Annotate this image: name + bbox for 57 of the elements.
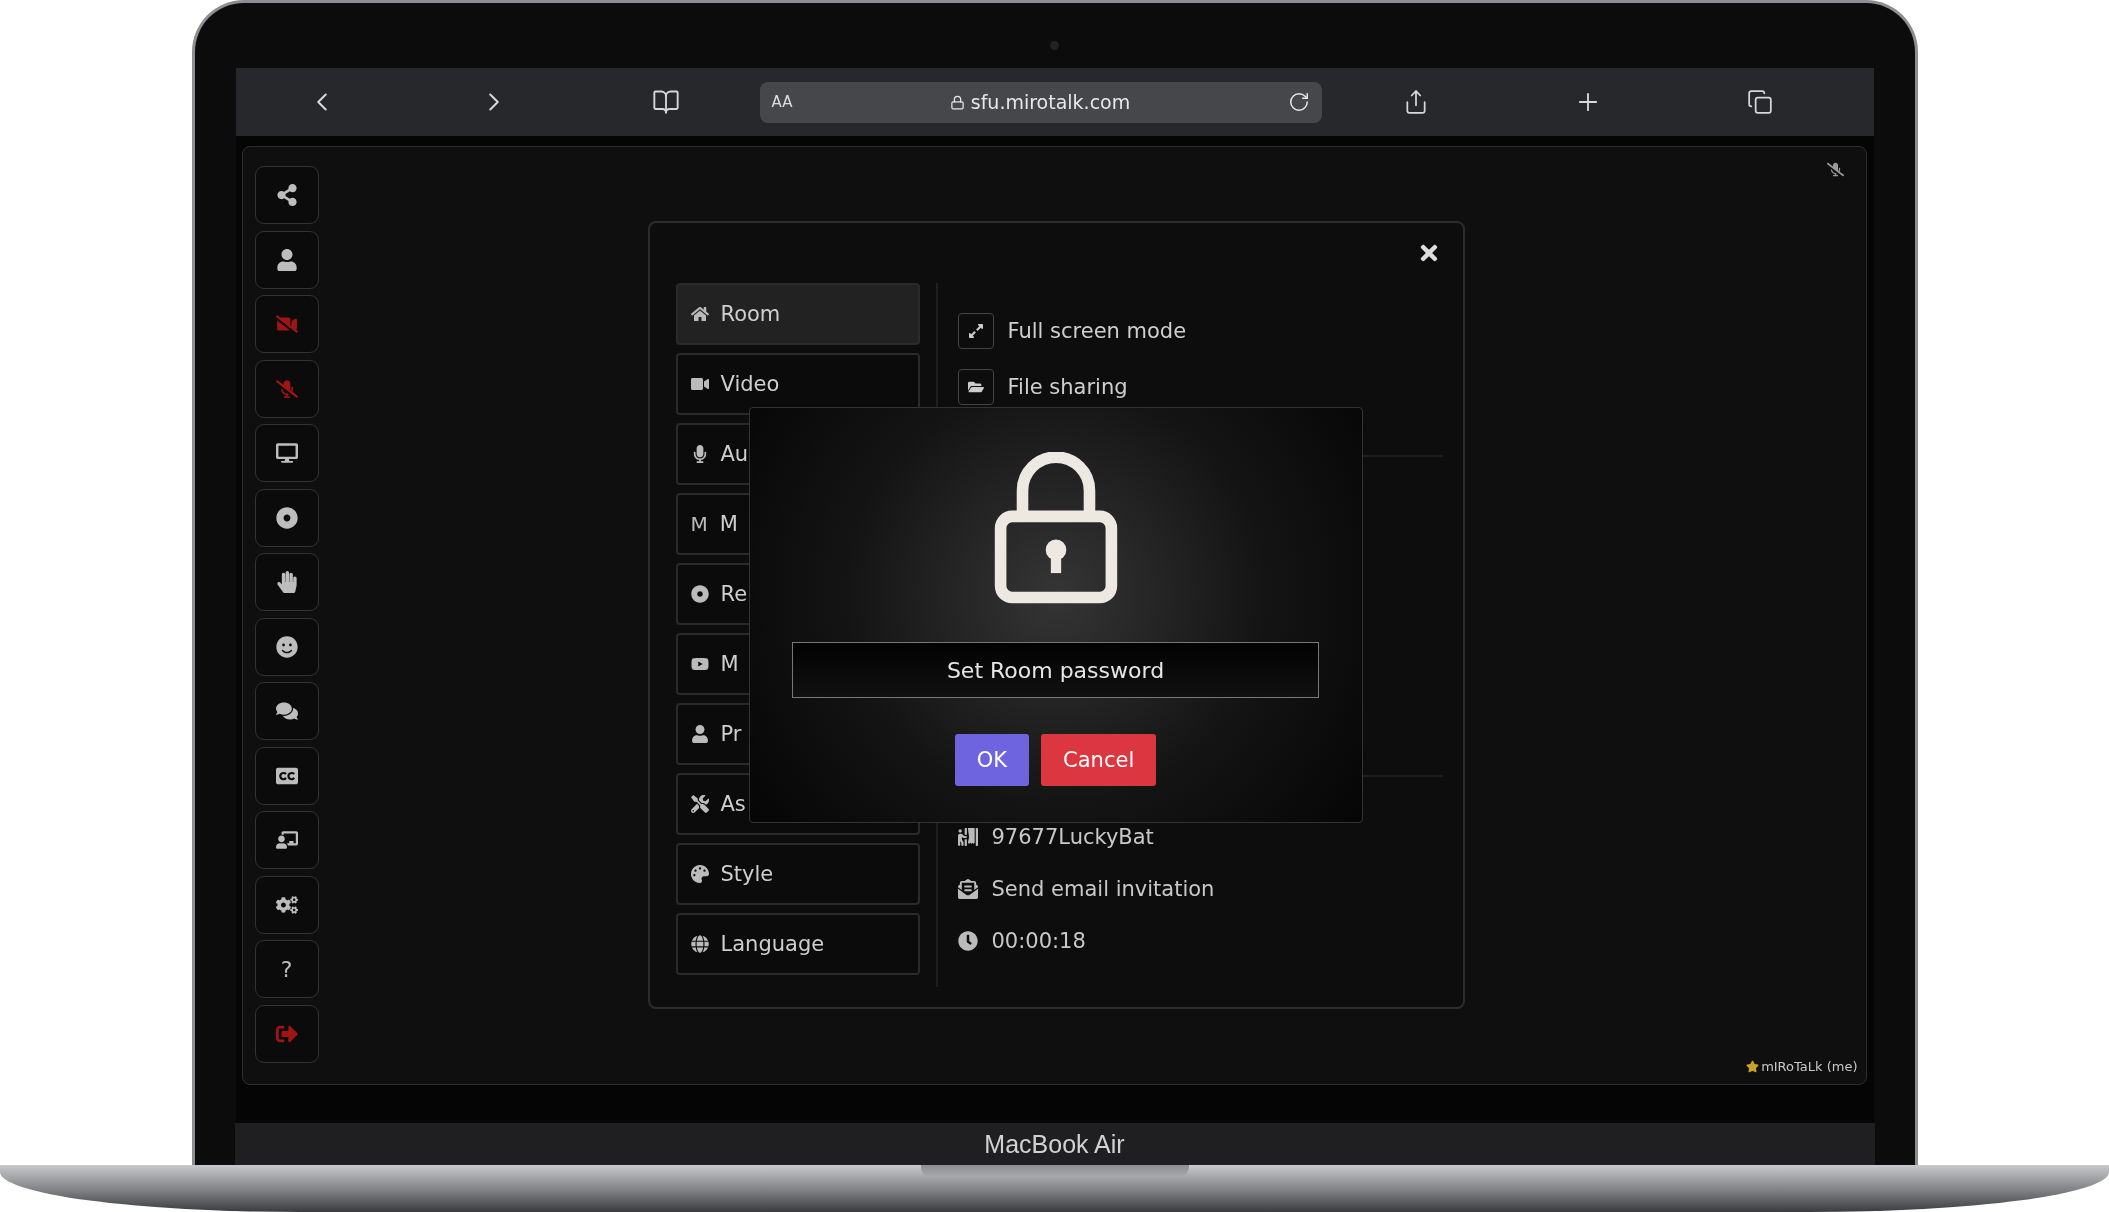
mic-off-icon <box>275 377 298 400</box>
captions-button[interactable] <box>254 746 319 805</box>
info-text[interactable]: Send email invitation <box>991 877 1215 901</box>
hand-button[interactable] <box>254 553 319 611</box>
star-icon <box>1746 1060 1760 1073</box>
tabs-icon[interactable] <box>1746 89 1773 115</box>
record-icon <box>275 506 298 529</box>
door-icon <box>957 827 978 847</box>
clock-icon <box>957 931 978 951</box>
address-bar[interactable]: AA sfu.mirotalk.com <box>759 81 1322 123</box>
envelope-icon <box>957 879 978 899</box>
folder-icon <box>967 379 984 395</box>
setting-label: Full screen mode <box>1007 319 1187 343</box>
mic-off-icon <box>1826 161 1844 178</box>
record-button[interactable] <box>254 488 319 547</box>
user-button[interactable] <box>254 230 319 289</box>
camera-off-icon <box>275 313 298 335</box>
text-size-button[interactable]: AA <box>771 93 793 111</box>
mic-off-button[interactable] <box>254 359 319 418</box>
folder-button[interactable] <box>957 369 994 405</box>
monitor-icon <box>275 442 298 464</box>
hand-icon <box>275 571 298 593</box>
info-text: 97677LuckyBat <box>991 825 1154 849</box>
share-button[interactable] <box>254 166 319 224</box>
help-button[interactable]: ? <box>254 940 319 998</box>
settings-tab[interactable]: Room <box>675 283 920 345</box>
device-label: MacBook Air <box>984 1129 1125 1159</box>
user-icon <box>275 248 298 271</box>
smiley-icon <box>275 635 298 658</box>
settings-tab[interactable]: Language <box>675 913 920 975</box>
gears-button[interactable] <box>254 875 319 934</box>
exit-button[interactable] <box>254 1004 319 1063</box>
cancel-button[interactable]: Cancel <box>1041 734 1157 786</box>
ok-button[interactable]: OK <box>954 734 1030 786</box>
letter-icon: M <box>690 512 708 536</box>
chat-icon <box>275 700 298 722</box>
info-text: 00:00:18 <box>991 929 1086 953</box>
participant-name: mIRoTaLk (me) <box>1761 1059 1858 1074</box>
settings-tab[interactable]: Style <box>675 843 920 905</box>
camera-off-button[interactable] <box>254 295 319 353</box>
book-icon[interactable] <box>651 88 680 116</box>
presenter-icon <box>275 829 298 851</box>
expand-icon <box>967 323 984 339</box>
gears-icon <box>275 893 298 916</box>
password-field[interactable]: Set Room password <box>792 642 1319 698</box>
expand-button[interactable] <box>957 313 994 349</box>
lock-icon <box>949 94 965 110</box>
reload-icon[interactable] <box>1287 91 1310 113</box>
setting-label: File sharing <box>1007 375 1128 399</box>
share-icon <box>275 184 298 206</box>
chat-button[interactable] <box>254 682 319 740</box>
lock-icon <box>993 452 1118 604</box>
smiley-button[interactable] <box>254 617 319 676</box>
settings-tab[interactable]: Video <box>675 353 920 415</box>
presenter-button[interactable] <box>254 811 319 869</box>
url-text: sfu.mirotalk.com <box>970 91 1131 113</box>
monitor-button[interactable] <box>254 424 319 482</box>
